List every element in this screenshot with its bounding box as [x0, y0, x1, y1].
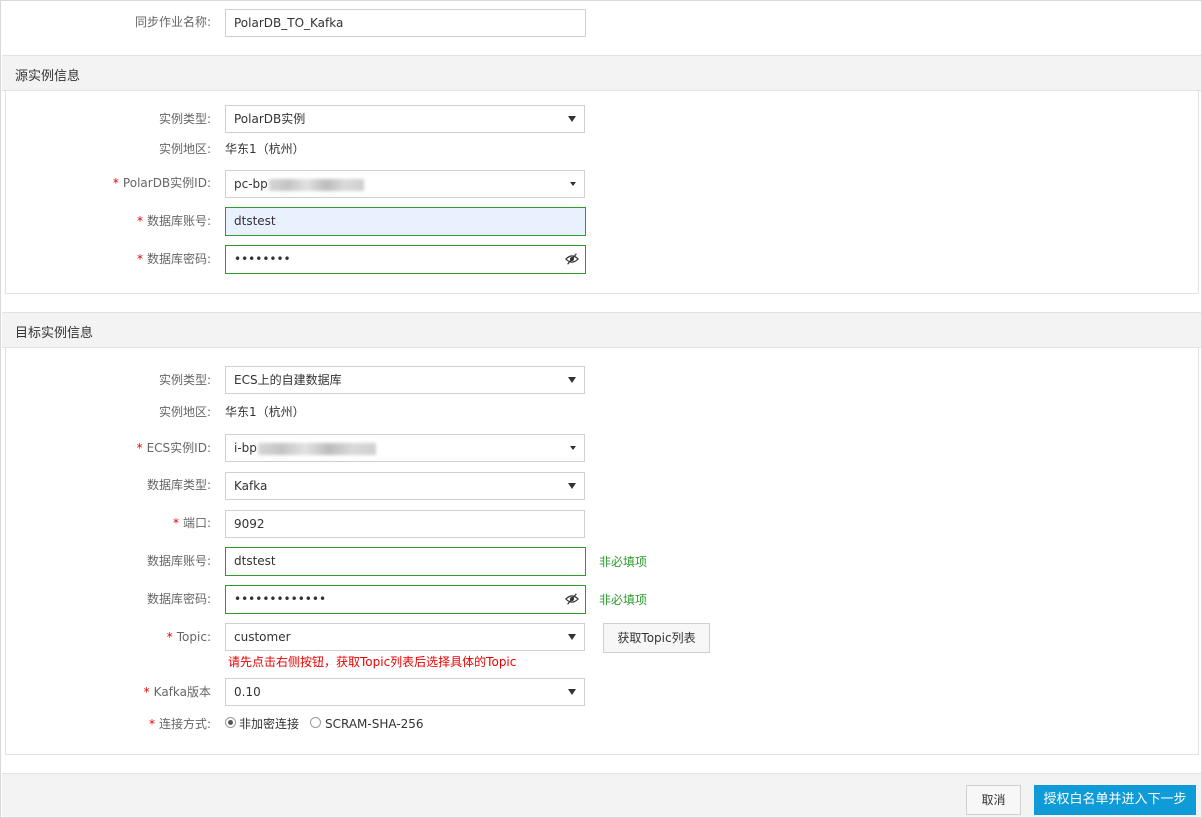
- chevron-down-icon: [568, 483, 576, 489]
- connection-option-unencrypted: 非加密连接: [239, 717, 300, 731]
- target-db-type-label: 数据库类型:: [146, 478, 211, 492]
- cancel-button[interactable]: 取消: [966, 785, 1021, 815]
- eye-off-icon[interactable]: [565, 592, 579, 606]
- source-instance-id-label: * PolarDB实例ID:: [112, 176, 211, 190]
- connection-radio-unencrypted[interactable]: [225, 717, 236, 728]
- target-instance-id-select[interactable]: i-bp: [225, 434, 585, 462]
- source-section-title: 源实例信息: [15, 69, 81, 84]
- chevron-down-icon: [568, 116, 576, 122]
- job-name-label: 同步作业名称:: [134, 15, 211, 29]
- source-region-value: 华东1（杭州）: [225, 142, 305, 156]
- target-instance-type-label: 实例类型:: [158, 373, 211, 387]
- target-instance-type-value: ECS上的自建数据库: [234, 373, 342, 387]
- source-instance-type-label: 实例类型:: [158, 112, 211, 126]
- authorize-next-button[interactable]: 授权白名单并进入下一步: [1034, 785, 1196, 815]
- source-db-account-input[interactable]: dtstest: [225, 207, 586, 236]
- redacted-id: [268, 178, 364, 191]
- task-config-form: 同步作业名称: PolarDB_TO_Kafka 源实例信息 实例类型: Pol…: [0, 0, 1202, 818]
- target-db-account-input[interactable]: dtstest: [225, 547, 586, 576]
- chevron-down-icon: [568, 689, 576, 695]
- target-db-account-label: 数据库账号:: [146, 554, 211, 568]
- fetch-topic-list-button[interactable]: 获取Topic列表: [603, 623, 710, 653]
- target-topic-value: customer: [234, 630, 291, 644]
- connection-radio-scram[interactable]: [310, 717, 321, 728]
- target-topic-label: * Topic:: [166, 630, 211, 644]
- target-db-type-value: Kafka: [234, 479, 268, 493]
- target-section-header: 目标实例信息: [2, 312, 1201, 348]
- chevron-down-icon: [570, 446, 576, 450]
- target-db-password-hint: 非必填项: [599, 593, 648, 607]
- target-kafka-version-select[interactable]: 0.10: [225, 678, 585, 706]
- target-port-label: * 端口:: [172, 516, 211, 530]
- redacted-id: [257, 442, 376, 455]
- eye-off-icon[interactable]: [565, 252, 579, 266]
- footer-bar: [2, 773, 1201, 817]
- source-instance-id-value: pc-bp: [234, 177, 268, 191]
- target-db-account-hint: 非必填项: [599, 555, 648, 569]
- chevron-down-icon: [568, 634, 576, 640]
- target-port-input[interactable]: 9092: [225, 510, 585, 538]
- target-db-password-input[interactable]: •••••••••••••: [225, 585, 586, 614]
- target-region-label: 实例地区:: [158, 405, 211, 419]
- source-db-password-label: * 数据库密码:: [136, 252, 211, 266]
- target-topic-select[interactable]: customer: [225, 623, 585, 651]
- chevron-down-icon: [570, 182, 576, 186]
- chevron-down-icon: [568, 377, 576, 383]
- source-instance-id-select[interactable]: pc-bp: [225, 170, 585, 198]
- job-name-input[interactable]: PolarDB_TO_Kafka: [225, 9, 586, 37]
- source-db-password-input[interactable]: ••••••••: [225, 245, 586, 274]
- target-kafka-version-label: * Kafka版本: [143, 685, 211, 699]
- target-db-type-select[interactable]: Kafka: [225, 472, 585, 500]
- target-instance-id-label: * ECS实例ID:: [136, 441, 211, 455]
- source-section-header: 源实例信息: [2, 55, 1201, 91]
- target-section-title: 目标实例信息: [15, 326, 94, 341]
- target-region-value: 华东1（杭州）: [225, 405, 305, 419]
- target-kafka-version-value: 0.10: [234, 685, 261, 699]
- source-instance-type-value: PolarDB实例: [234, 112, 306, 126]
- source-instance-type-select[interactable]: PolarDB实例: [225, 105, 585, 133]
- target-topic-error: 请先点击右侧按钮，获取Topic列表后选择具体的Topic: [228, 655, 517, 669]
- target-instance-id-value: i-bp: [234, 441, 257, 455]
- connection-option-scram: SCRAM-SHA-256: [325, 717, 424, 731]
- target-db-password-label: 数据库密码:: [146, 592, 211, 606]
- target-connection-label: * 连接方式:: [148, 717, 211, 731]
- target-instance-type-select[interactable]: ECS上的自建数据库: [225, 366, 585, 394]
- source-db-account-label: * 数据库账号:: [136, 214, 211, 228]
- source-region-label: 实例地区:: [158, 142, 211, 156]
